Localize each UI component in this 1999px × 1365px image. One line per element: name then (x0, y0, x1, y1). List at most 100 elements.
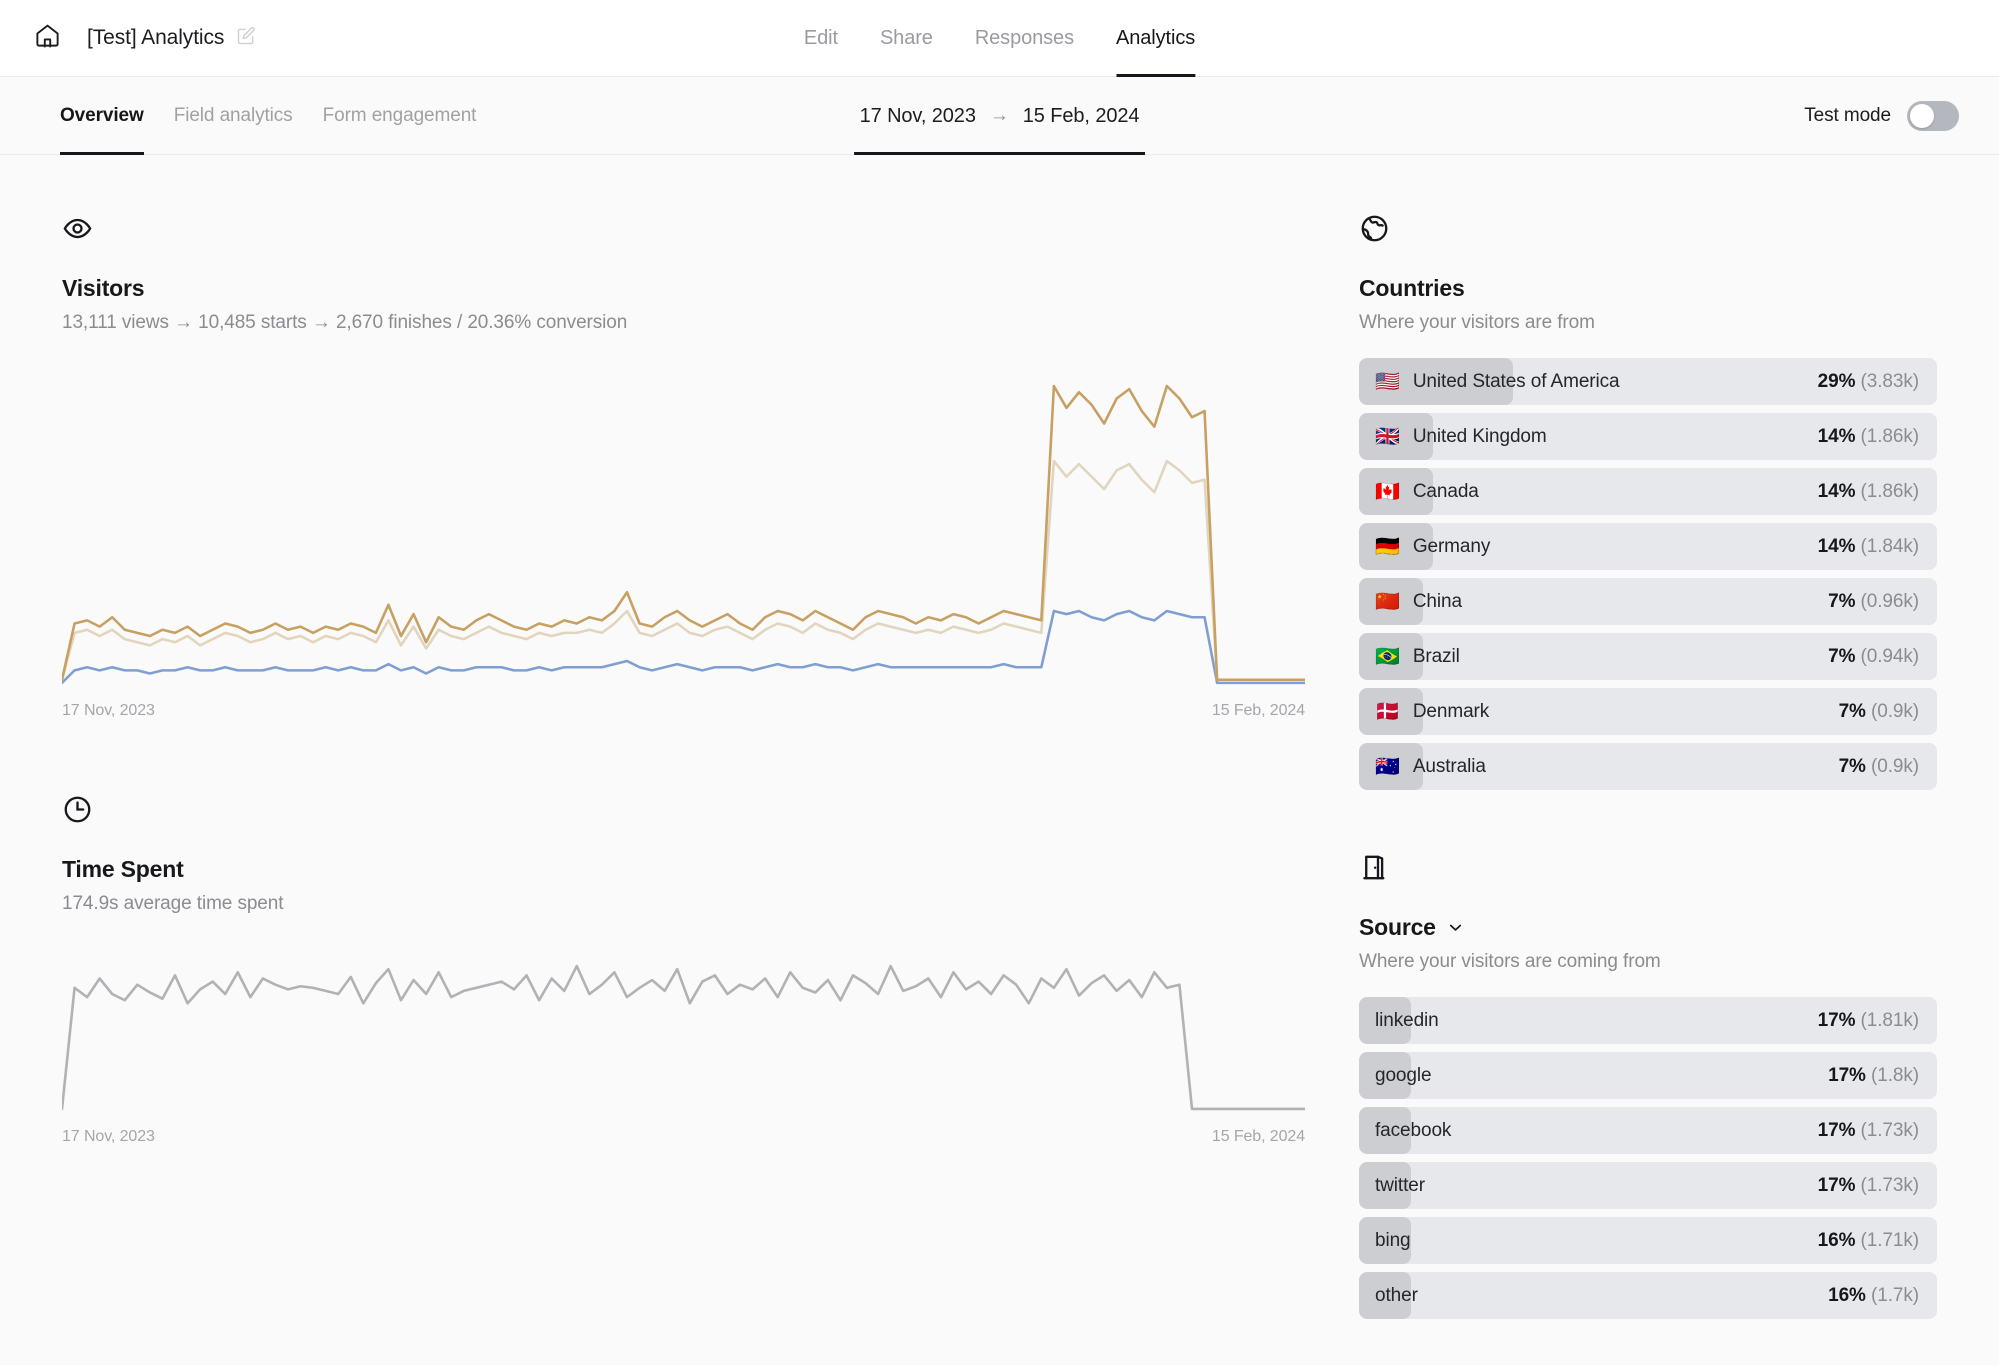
date-range-end: 15 Feb, 2024 (1022, 104, 1140, 127)
row-values: 7% (0.96k) (1828, 591, 1937, 613)
time-spent-chart[interactable]: 17 Nov, 2023 15 Feb, 2024 (62, 943, 1337, 1146)
table-row[interactable]: bing 16% (1.71k) (1359, 1217, 1937, 1264)
country-flag-icon: 🇩🇪 (1375, 535, 1400, 558)
clock-icon (62, 794, 1337, 830)
countries-card: Countries Where your visitors are from 🇺… (1359, 213, 1937, 790)
row-percent: 14% (1817, 425, 1856, 447)
time-spent-chart-svg (62, 943, 1305, 1118)
country-flag-icon: 🇺🇸 (1375, 370, 1400, 393)
row-count: (1.8k) (1865, 1064, 1919, 1086)
tab-overview[interactable]: Overview (60, 77, 144, 155)
countries-subtitle: Where your visitors are from (1359, 312, 1595, 333)
table-row[interactable]: linkedin 17% (1.81k) (1359, 997, 1937, 1044)
source-row-label: google (1359, 1064, 1432, 1087)
country-row-label: 🇩🇰 Denmark (1359, 701, 1489, 723)
country-row-label: 🇦🇺 Australia (1359, 756, 1486, 778)
time-spent-chart-axis: 17 Nov, 2023 15 Feb, 2024 (62, 1128, 1305, 1146)
row-values: 14% (1.86k) (1818, 426, 1937, 448)
table-row[interactable]: 🇺🇸 United States of America 29% (3.83k) (1359, 358, 1937, 405)
breakdown-column: Countries Where your visitors are from 🇺… (1337, 155, 1999, 1365)
row-values: 17% (1.8k) (1828, 1065, 1937, 1087)
country-row-label: 🇩🇪 Germany (1359, 536, 1490, 558)
visitors-chart-axis: 17 Nov, 2023 15 Feb, 2024 (62, 702, 1305, 720)
row-percent: 17% (1817, 1119, 1856, 1141)
tab-form-engagement[interactable]: Form engagement (323, 77, 477, 155)
table-row[interactable]: 🇦🇺 Australia 7% (0.9k) (1359, 743, 1937, 790)
country-flag-icon: 🇨🇳 (1375, 590, 1400, 613)
row-count: (0.9k) (1865, 700, 1919, 722)
analytics-overview: Visitors 13,111 views → 10,485 starts → … (0, 155, 1999, 1365)
table-row[interactable]: 🇨🇦 Canada 14% (1.86k) (1359, 468, 1937, 515)
row-count: (1.73k) (1855, 1174, 1920, 1196)
eye-icon (62, 213, 1337, 249)
analytics-subtabs: Overview Field analytics Form engagement (60, 77, 476, 155)
source-row-label: other (1359, 1285, 1418, 1307)
source-title: Source (1359, 914, 1436, 940)
row-count: (0.96k) (1855, 590, 1920, 612)
sub-bar: Overview Field analytics Form engagement… (0, 77, 1999, 155)
source-list: linkedin 17% (1.81k) google 17% (1.8k) faceb… (1359, 997, 1937, 1319)
row-label-text: other (1375, 1284, 1418, 1306)
nav-tab-edit[interactable]: Edit (804, 0, 838, 77)
table-row[interactable]: google 17% (1.8k) (1359, 1052, 1937, 1099)
nav-tab-responses[interactable]: Responses (975, 0, 1074, 77)
test-mode-label: Test mode (1804, 104, 1891, 126)
source-row-label: facebook (1359, 1120, 1451, 1142)
chart-line-views (62, 386, 1305, 680)
chart-line-finishes (62, 611, 1305, 683)
visitors-axis-start: 17 Nov, 2023 (62, 702, 155, 719)
row-percent: 17% (1817, 1174, 1856, 1196)
chart-line-average time spent (62, 966, 1305, 1109)
row-label-text: Denmark (1412, 700, 1490, 722)
tab-field-analytics[interactable]: Field analytics (174, 77, 293, 155)
table-row[interactable]: 🇨🇳 China 7% (0.96k) (1359, 578, 1937, 625)
table-row[interactable]: facebook 17% (1.73k) (1359, 1107, 1937, 1154)
visitors-chart[interactable]: 17 Nov, 2023 15 Feb, 2024 (62, 362, 1337, 720)
row-percent: 7% (1828, 590, 1856, 612)
row-count: (0.94k) (1855, 645, 1920, 667)
source-row-label: twitter (1359, 1175, 1425, 1197)
time-spent-axis-end: 15 Feb, 2024 (1211, 1128, 1305, 1145)
row-values: 7% (0.94k) (1828, 646, 1937, 668)
door-icon (1359, 852, 1937, 888)
row-label-text: United States of America (1412, 370, 1620, 392)
row-count: (1.73k) (1855, 1119, 1920, 1141)
nav-tab-analytics[interactable]: Analytics (1116, 0, 1195, 77)
visitors-card: Visitors 13,111 views → 10,485 starts → … (62, 213, 1337, 720)
date-range-start: 17 Nov, 2023 (859, 104, 976, 127)
table-row[interactable]: other 16% (1.7k) (1359, 1272, 1937, 1319)
country-row-label: 🇨🇳 China (1359, 591, 1462, 613)
country-flag-icon: 🇬🇧 (1375, 425, 1400, 448)
countries-list: 🇺🇸 United States of America 29% (3.83k) 🇬🇧 U… (1359, 358, 1937, 790)
time-spent-axis-start: 17 Nov, 2023 (62, 1128, 155, 1145)
row-count: (3.83k) (1855, 370, 1920, 392)
source-row-label: bing (1359, 1230, 1411, 1252)
table-row[interactable]: 🇬🇧 United Kingdom 14% (1.86k) (1359, 413, 1937, 460)
date-range-picker[interactable]: 17 Nov, 2023 → 15 Feb, 2024 (854, 77, 1146, 155)
test-mode-toggle[interactable] (1907, 100, 1959, 131)
row-label-text: google (1375, 1064, 1432, 1086)
home-button[interactable] (26, 17, 68, 59)
row-label-text: Germany (1412, 535, 1491, 557)
source-title-row: Source (1359, 914, 1937, 941)
row-values: 16% (1.71k) (1818, 1230, 1937, 1252)
table-row[interactable]: twitter 17% (1.73k) (1359, 1162, 1937, 1209)
row-count: (1.81k) (1855, 1009, 1920, 1031)
row-values: 29% (3.83k) (1818, 371, 1937, 393)
edit-title-button[interactable] (236, 26, 256, 51)
table-row[interactable]: 🇩🇰 Denmark 7% (0.9k) (1359, 688, 1937, 735)
row-count: (1.84k) (1855, 535, 1920, 557)
visitors-title: Visitors (62, 275, 145, 301)
country-flag-icon: 🇨🇦 (1375, 480, 1400, 503)
countries-title: Countries (1359, 275, 1465, 301)
row-label-text: linkedin (1375, 1009, 1439, 1031)
row-label-text: Australia (1412, 755, 1486, 777)
row-percent: 16% (1828, 1284, 1866, 1306)
table-row[interactable]: 🇩🇪 Germany 14% (1.84k) (1359, 523, 1937, 570)
table-row[interactable]: 🇧🇷 Brazil 7% (0.94k) (1359, 633, 1937, 680)
row-label-text: facebook (1375, 1119, 1452, 1141)
globe-icon (1359, 213, 1937, 249)
chevron-down-icon[interactable] (1446, 918, 1465, 937)
nav-tab-share[interactable]: Share (880, 0, 933, 77)
source-card: Source Where your visitors are coming fr… (1359, 852, 1937, 1319)
